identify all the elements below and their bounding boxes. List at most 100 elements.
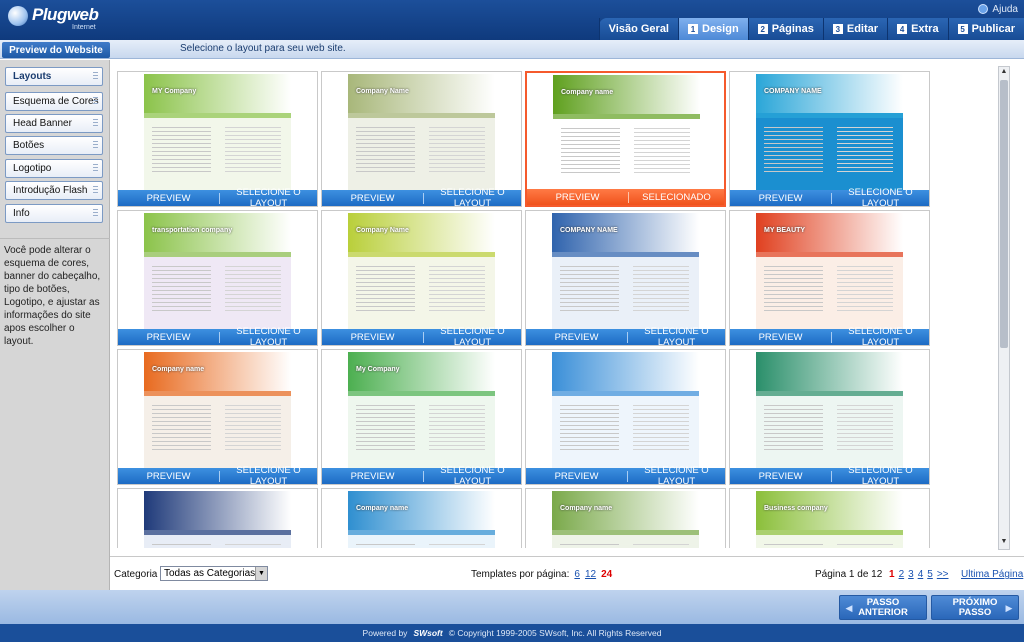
preview-link[interactable]: PREVIEW [526,470,628,482]
sidebar-item-info[interactable]: Info [5,204,103,223]
template-thumbnail[interactable]: transportation company [144,213,291,329]
app-name: Plugweb [32,5,99,24]
template-card[interactable]: Company namePREVIEWSELECIONE O LAYOUT [525,488,726,548]
preview-link[interactable]: PREVIEW [730,192,832,204]
page-link-2[interactable]: 2 [899,569,905,580]
template-company-name: COMPANY NAME [764,88,822,95]
template-action-bar: PREVIEW SELECIONE O LAYOUT [322,326,521,348]
page-next-link[interactable]: >> [937,569,949,580]
vertical-scrollbar[interactable]: ▲ ▼ [998,66,1010,550]
select-layout-link[interactable]: SELECIONE O LAYOUT [832,465,929,487]
select-layout-link[interactable]: SELECIONE O LAYOUT [424,326,521,348]
scroll-thumb[interactable] [1000,80,1008,348]
template-thumbnail[interactable]: Company name [552,491,699,548]
page-link-3[interactable]: 3 [908,569,914,580]
template-action-bar: PREVIEW SELECIONE O LAYOUT [730,326,929,348]
template-card[interactable]: Company Name PREVIEW SELECIONE O LAYOUT [321,71,522,209]
select-layout-link[interactable]: SELECIONE O LAYOUT [220,465,317,487]
tab-label: Visão Geral [608,23,669,35]
select-layout-link[interactable]: SELECIONE O LAYOUT [832,326,929,348]
preview-link[interactable]: PREVIEW [118,331,220,343]
template-thumbnail[interactable]: Business company [756,491,903,548]
template-card[interactable]: COMPANY NAME PREVIEW SELECIONE O LAYOUT [729,71,930,209]
page-link-4[interactable]: 4 [918,569,924,580]
select-layout-link[interactable]: SELECIONE O LAYOUT [832,187,929,209]
preview-link[interactable]: PREVIEW [730,331,832,343]
preview-link[interactable]: PREVIEW [730,470,832,482]
template-card[interactable]: PREVIEWSELECIONE O LAYOUT [729,349,930,487]
template-card[interactable]: PREVIEWSELECIONE O LAYOUT [525,349,726,487]
template-thumbnail[interactable]: Company Name [348,213,495,329]
preview-link[interactable]: PREVIEW [118,192,220,204]
select-layout-link[interactable]: SELECIONE O LAYOUT [424,187,521,209]
next-step-button[interactable]: PRÓXIMO PASSO ▶ [931,595,1019,620]
sidebar-item-logotipo[interactable]: Logotipo [5,159,103,178]
template-card[interactable]: transportation company PREVIEW SELECIONE O… [117,210,318,348]
sidebar-item-botoes[interactable]: Botões [5,136,103,155]
preview-link[interactable]: PREVIEW [527,191,629,203]
select-layout-link[interactable]: SELECIONE O LAYOUT [628,465,725,487]
template-card[interactable]: Company name PREVIEWSELECIONE O LAYOUT [117,349,318,487]
template-card[interactable]: Company namePREVIEWSELECIONE O LAYOUT [321,488,522,548]
template-thumbnail[interactable] [552,352,699,468]
select-layout-link[interactable]: SELECIONE O LAYOUT [424,465,521,487]
tab-extra[interactable]: 4 Extra [887,18,948,40]
template-thumbnail[interactable] [756,352,903,468]
template-company-name: Company name [561,89,614,96]
tab-paginas[interactable]: 2 Páginas [747,18,823,40]
template-card[interactable]: MY Company PREVIEW SELECIONE O LAYOUT [117,71,318,209]
previous-step-button[interactable]: ◀ PASSO ANTERIOR [839,595,927,620]
template-card[interactable]: COMPANY NAME PREVIEW SELECIONE O LAYOUT [525,210,726,348]
template-card[interactable]: Company Name PREVIEW SELECIONE O LAYOUT [321,210,522,348]
select-layout-link[interactable]: SELECIONE O LAYOUT [220,326,317,348]
tab-editar[interactable]: 3 Editar [822,18,887,40]
template-action-bar: PREVIEW SELECIONE O LAYOUT [526,326,725,348]
template-thumbnail[interactable]: My Company [348,352,495,468]
select-layout-link[interactable]: SELECIONE O LAYOUT [220,187,317,209]
template-card[interactable]: Business companyPREVIEWSELECIONE O LAYOU… [729,488,930,548]
template-card[interactable]: Company name PREVIEW SELECIONADO [525,71,726,207]
template-card[interactable]: PREVIEWSELECIONE O LAYOUT [117,488,318,548]
grip-icon [93,119,98,128]
sidebar-item-layouts[interactable]: Layouts [5,67,103,86]
per-page-control: Templates por página: 6 12 24 [471,569,612,580]
template-thumbnail[interactable] [144,491,291,548]
template-card[interactable]: MY BEAUTY PREVIEW SELECIONE O LAYOUT [729,210,930,348]
template-action-bar: PREVIEW SELECIONE O LAYOUT [322,187,521,209]
sidebar-item-esquema-de-cores[interactable]: Esquema de Cores [5,92,103,111]
template-thumbnail[interactable]: COMPANY NAME [756,74,903,190]
sidebar-item-introducao-flash[interactable]: Introdução Flash [5,181,103,200]
tab-design[interactable]: 1 Design [678,18,748,40]
per-page-6[interactable]: 6 [574,569,580,580]
last-page-link[interactable]: Ultima Página [961,569,1023,580]
tab-visao-geral[interactable]: Visão Geral [598,18,678,40]
template-grid: MY Company PREVIEW SELECIONE O LAYOUT Compa… [117,69,997,548]
category-select[interactable]: Todas as Categorias ▼ [160,566,268,581]
preview-link[interactable]: PREVIEW [322,192,424,204]
sidebar-item-label: Esquema de Cores [13,96,99,107]
template-company-name: COMPANY NAME [560,227,618,234]
template-thumbnail[interactable]: Company name [144,352,291,468]
preview-website-button[interactable]: Preview do Website [2,42,110,58]
preview-link[interactable]: PREVIEW [322,470,424,482]
sidebar-item-head-banner[interactable]: Head Banner [5,114,103,133]
template-thumbnail[interactable]: MY Company [144,74,291,190]
template-thumbnail[interactable]: Company name [553,75,700,191]
preview-link[interactable]: PREVIEW [526,331,628,343]
template-company-name: MY Company [152,88,197,95]
scroll-down-icon[interactable]: ▼ [1000,538,1008,548]
select-layout-link[interactable]: SELECIONE O LAYOUT [628,326,725,348]
page-link-5[interactable]: 5 [927,569,933,580]
template-thumbnail[interactable]: Company name [348,491,495,548]
tab-publicar[interactable]: 5 Publicar [947,18,1024,40]
per-page-12[interactable]: 12 [585,569,596,580]
preview-link[interactable]: PREVIEW [118,470,220,482]
template-thumbnail[interactable]: MY BEAUTY [756,213,903,329]
preview-link[interactable]: PREVIEW [322,331,424,343]
help-link[interactable]: Ajuda [978,2,1018,16]
template-card[interactable]: My Company PREVIEW SELECIONE O LAYOUT [321,349,522,487]
sidebar: Layouts Esquema de Cores Head Banner Bot… [0,60,110,590]
template-thumbnail[interactable]: COMPANY NAME [552,213,699,329]
template-thumbnail[interactable]: Company Name [348,74,495,190]
scroll-up-icon[interactable]: ▲ [1000,68,1008,78]
